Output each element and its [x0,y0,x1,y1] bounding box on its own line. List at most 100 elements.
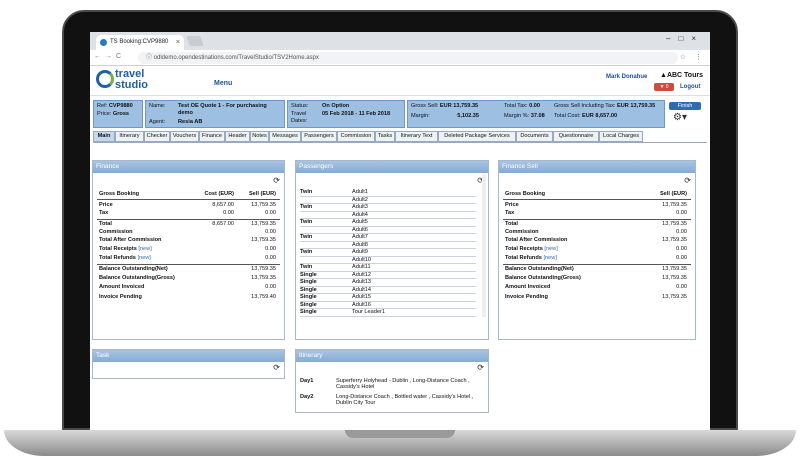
summary-name-box: Name: Test OE Quote 1 - For purchasing d… [145,100,285,128]
row-label: Price [505,202,519,208]
finance-sell-col-label: Gross Booking [505,191,546,197]
itinerary-panel: Itinerary ⟳ Day1 Superferry Holyhead - D… [295,349,489,413]
row-sell: 13,759.35 [251,275,276,281]
tab-questionnaire[interactable]: Questionnaire [553,131,599,142]
bookmark-star-icon[interactable]: ☆ [680,53,686,61]
travel-studio-logo[interactable]: travel studio [96,68,154,92]
notification-badge[interactable]: ▼ 0 [654,83,674,91]
room-type: Single [300,279,317,285]
passenger-row[interactable]: Twin Adult3 [300,204,476,212]
passenger-row[interactable]: Single Adult16 [300,302,476,309]
gross-sell-label: Gross Sell: [411,103,439,109]
passenger-row[interactable]: Adult10 [300,257,476,264]
browser-tab[interactable]: TS Booking:CVP9880 × [96,35,184,50]
passenger-row[interactable]: Adult6 [300,227,476,234]
room-type: Twin [300,264,313,270]
passenger-row[interactable]: Single Adult15 [300,294,476,302]
row-label: Total Refunds [505,255,542,261]
row-label: Tax [505,210,515,216]
tab-main[interactable]: Main [93,131,115,142]
tab-tasks[interactable]: Tasks [375,131,395,142]
passenger-row[interactable]: Twin Adult11 [300,264,476,272]
ref-label: Ref: [97,103,108,109]
tab-deleted-package-services[interactable]: Deleted Package Services [438,131,516,142]
row-sell: 0.00 [676,229,687,235]
total-tax-value: 0.00 [529,103,540,109]
tab-notes[interactable]: Notes [250,131,269,142]
row-label: Total After Commission [99,237,162,243]
passenger-row[interactable]: Twin Adult1 [300,189,476,197]
tab-checker[interactable]: Checker [144,131,170,142]
price-label: Price: [97,111,112,117]
passenger-row[interactable]: Twin Adult7 [300,234,476,242]
finance-row-refunds: Total Refunds [new] 0.00 [93,255,284,263]
new-refund-link[interactable]: [new] [137,255,150,261]
tab-documents[interactable]: Documents [516,131,553,142]
refresh-icon[interactable]: ⟳ [273,176,280,185]
itinerary-day-text: Superferry Holyhead - Dublin , Long-Dist… [336,378,470,390]
itinerary-day-text: Long-Distance Coach , Bottled water , Ca… [336,394,474,406]
browser-menu-icon[interactable]: ⋮ [695,53,702,61]
passenger-row[interactable]: Adult8 [300,242,476,249]
row-sell: 0.00 [265,229,276,235]
passenger-row[interactable]: Twin Adult9 [300,249,476,257]
passengers-scrollbar[interactable] [482,175,486,317]
passenger-row[interactable]: Adult2 [300,197,476,204]
finance-sell-col-sell: Sell (EUR) [659,191,687,197]
tab-itinerary-text[interactable]: Itinerary Text [395,131,438,142]
tab-passengers[interactable]: Passengers [301,131,337,142]
address-bar: ←→C ⓘ odldemo.opendestinations.com/Trave… [90,50,710,66]
room-type: Single [300,309,317,315]
refresh-icon[interactable]: ⟳ [477,363,484,372]
row-label: Invoice Pending [99,294,142,300]
nav-buttons-icon[interactable]: ←→C [94,53,125,60]
finance-sell-row-price: Price 13,759.35 [499,202,695,210]
menu-link[interactable]: Menu [214,80,232,87]
tab-vouchers[interactable]: Vouchers [170,131,199,142]
tab-itinerary[interactable]: Itinerary [115,131,144,142]
tab-messages[interactable]: Messages [269,131,301,142]
finish-button[interactable]: Finish [669,102,701,110]
refresh-icon[interactable]: ⟳ [273,363,280,372]
passenger-row[interactable]: Twin Adult5 [300,219,476,227]
close-tab-icon[interactable]: × [176,35,180,50]
summary-financial-box: Gross Sell: EUR 13,759.35 Total Tax: 0.0… [407,100,665,128]
margin-pct-label: Margin %: [504,113,530,119]
agent-value: Resia AB [178,119,203,125]
room-type: Twin [300,234,313,240]
booking-summary: Ref: CVP9880 Price: Gross Name: Test OE … [93,100,707,128]
row-label: Balance Outstanding(Net) [505,266,574,272]
row-sell: 13,759.35 [251,221,276,227]
logout-link[interactable]: Logout [680,84,700,90]
task-panel-title: Task [93,350,284,362]
user-name[interactable]: Mark Donahue [606,74,647,80]
passenger-row[interactable]: Single Adult12 [300,272,476,279]
row-sell: 0.00 [676,210,687,216]
new-tab-button[interactable] [186,36,204,46]
tab-commission[interactable]: Commission [337,131,375,142]
tab-finance[interactable]: Finance [199,131,225,142]
margin-pct-value: 37.08 [530,113,545,119]
passenger-row[interactable]: Single Adult13 [300,279,476,287]
row-label: Tax [99,210,109,216]
passenger-row[interactable]: Single Adult14 [300,287,476,294]
refresh-icon[interactable]: ⟳ [684,176,691,185]
finance-panel-title: Finance [93,161,284,173]
status-label: Status: [291,103,309,109]
finance-row-tax: Tax 0.00 0.00 [93,210,284,218]
url-input[interactable]: ⓘ odldemo.opendestinations.com/TravelStu… [138,52,678,64]
new-receipt-link[interactable]: [new] [138,246,151,252]
passenger-row[interactable]: Single Tour Leader1 [300,309,476,317]
new-receipt-link[interactable]: [new] [544,246,557,252]
passenger-row[interactable]: Adult4 [300,212,476,219]
gear-icon[interactable]: ⚙▾ [673,112,687,123]
itinerary-panel-title: Itinerary [296,350,488,362]
itinerary-day-label: Day1 [300,378,314,384]
tab-local-charges[interactable]: Local Charges [599,131,643,142]
finance-row-commission: Commission 0.00 [93,229,284,237]
tab-header[interactable]: Header [225,131,250,142]
travel-dates-label: Travel Dates: [291,111,308,124]
new-refund-link[interactable]: [new] [543,255,556,261]
row-sell: 13,759.40 [251,294,276,300]
window-controls[interactable]: –□× [666,34,704,43]
